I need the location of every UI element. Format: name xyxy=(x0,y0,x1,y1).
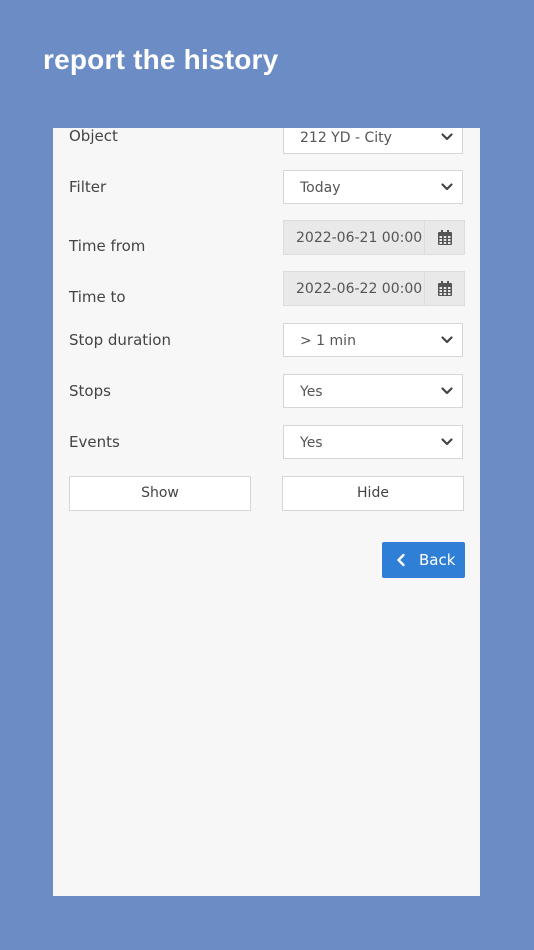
object-select-value: 212 YD - City xyxy=(300,130,392,146)
time-from-label: Time from xyxy=(69,237,146,255)
chevron-down-icon xyxy=(441,438,453,446)
time-from-field[interactable]: 2022-06-21 00:00 xyxy=(283,220,465,255)
events-select-value: Yes xyxy=(300,435,323,451)
back-button[interactable]: Back xyxy=(382,542,465,578)
time-from-value: 2022-06-21 00:00 xyxy=(296,230,423,246)
stops-select-value: Yes xyxy=(300,384,323,400)
events-row: Events Yes xyxy=(53,425,480,461)
calendar-icon xyxy=(437,281,452,296)
events-label: Events xyxy=(69,433,120,451)
time-to-field[interactable]: 2022-06-22 00:00 xyxy=(283,271,465,306)
show-button[interactable]: Show xyxy=(69,476,251,511)
object-select[interactable]: 212 YD - City xyxy=(283,128,463,154)
calendar-icon xyxy=(437,230,452,245)
chevron-down-icon xyxy=(441,183,453,191)
chevron-down-icon xyxy=(441,387,453,395)
time-from-calendar-button[interactable] xyxy=(424,221,464,254)
stop-duration-label: Stop duration xyxy=(69,331,171,349)
time-from-row: Time from 2022-06-21 00:00 xyxy=(53,220,480,256)
chevron-down-icon xyxy=(441,336,453,344)
stops-label: Stops xyxy=(69,382,111,400)
back-button-label: Back xyxy=(419,551,456,569)
hide-button[interactable]: Hide xyxy=(282,476,464,511)
events-select[interactable]: Yes xyxy=(283,425,463,459)
stops-row: Stops Yes xyxy=(53,374,480,410)
filter-row: Filter Today xyxy=(53,170,480,206)
page-title: report the history xyxy=(43,44,279,75)
filter-label: Filter xyxy=(69,178,107,196)
action-buttons-row: Show Hide xyxy=(53,476,480,512)
filter-select-value: Today xyxy=(300,180,341,196)
time-to-label: Time to xyxy=(69,288,126,306)
filter-select[interactable]: Today xyxy=(283,170,463,204)
object-row: Object 212 YD - City xyxy=(53,128,480,156)
chevron-down-icon xyxy=(441,133,453,141)
stop-duration-select[interactable]: > 1 min xyxy=(283,323,463,357)
chevron-left-icon xyxy=(397,553,405,567)
time-to-calendar-button[interactable] xyxy=(424,272,464,305)
stop-duration-select-value: > 1 min xyxy=(300,333,356,349)
stops-select[interactable]: Yes xyxy=(283,374,463,408)
time-to-value: 2022-06-22 00:00 xyxy=(296,281,423,297)
report-form-panel: Object 212 YD - City Filter Today Time f… xyxy=(53,128,480,896)
stop-duration-row: Stop duration > 1 min xyxy=(53,323,480,359)
time-to-row: Time to 2022-06-22 00:00 xyxy=(53,271,480,307)
object-label: Object xyxy=(69,128,118,145)
